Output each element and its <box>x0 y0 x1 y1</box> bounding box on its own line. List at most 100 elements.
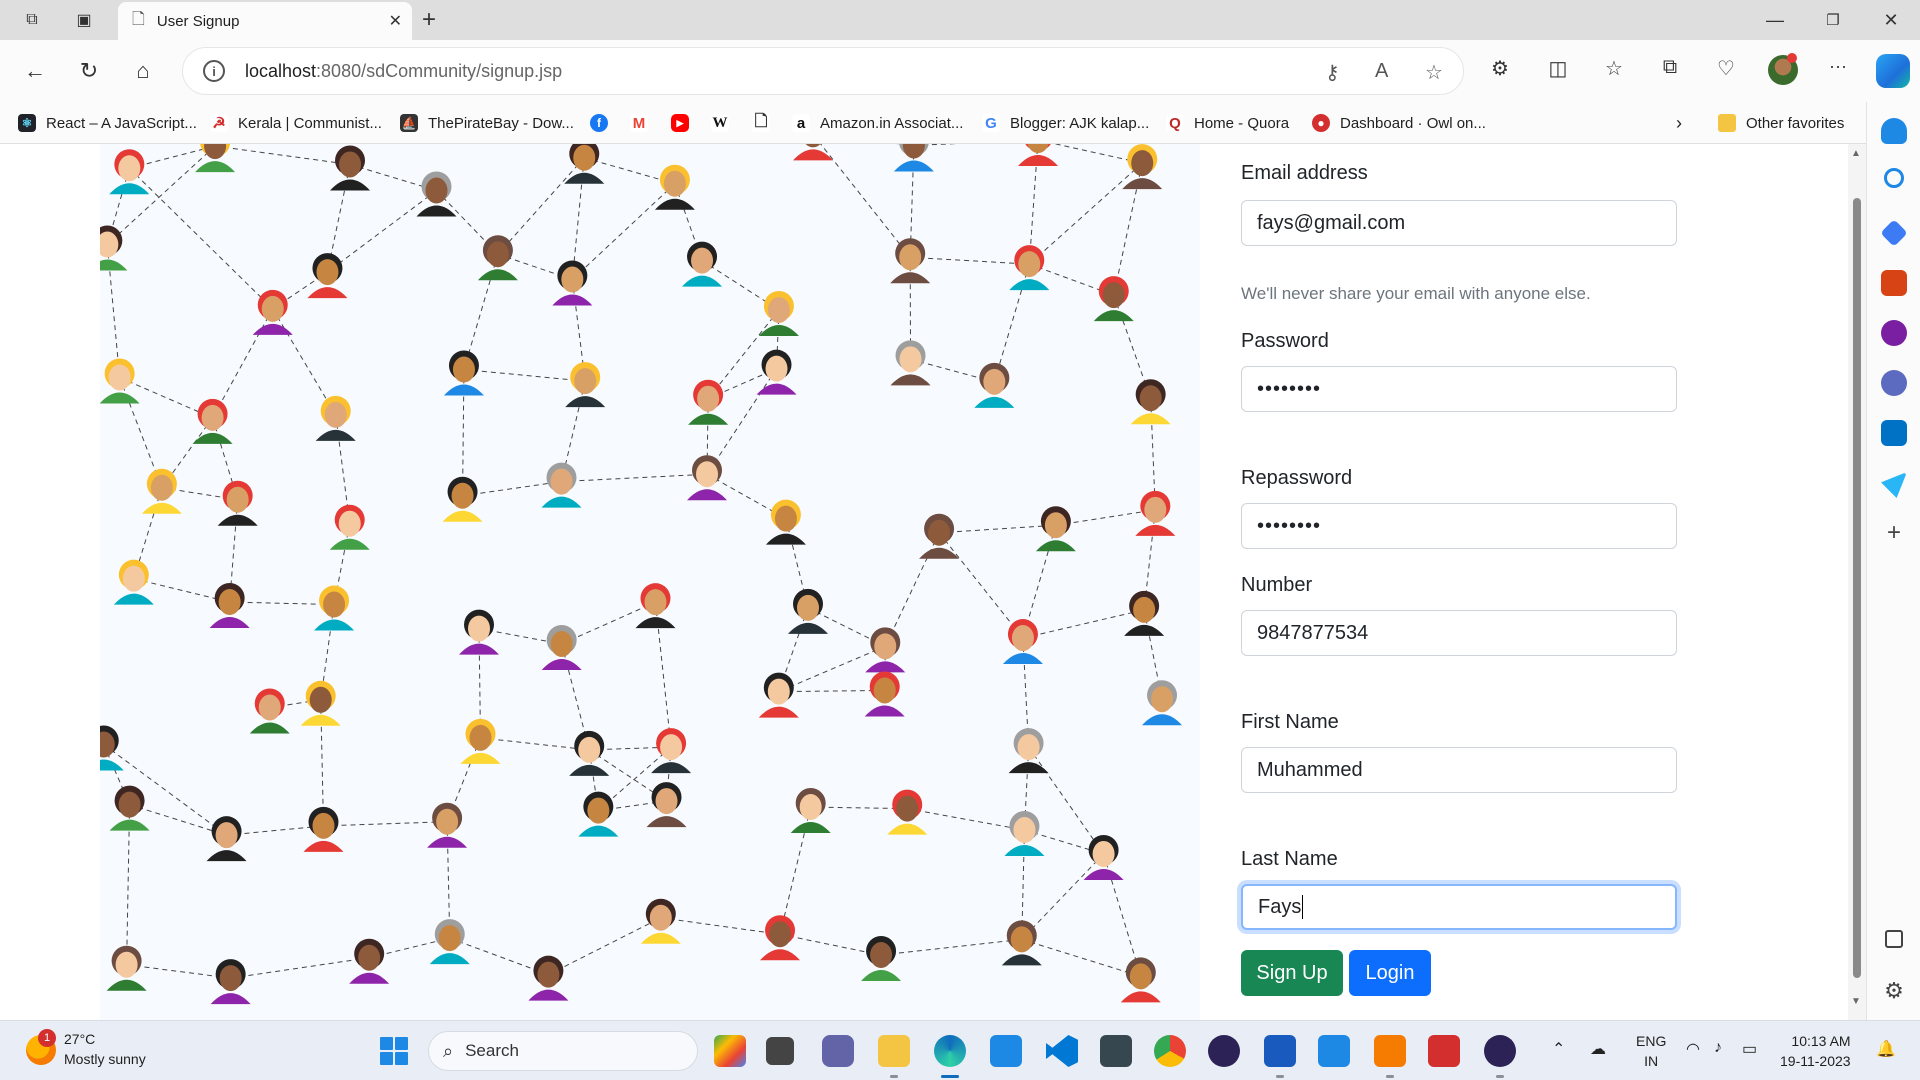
search-icon[interactable] <box>1884 168 1904 188</box>
refresh-button[interactable]: ↻ <box>72 54 106 88</box>
login-button[interactable]: Login <box>1349 950 1431 996</box>
person-avatar-icon <box>217 480 258 526</box>
network-link <box>896 144 914 146</box>
input-language[interactable]: ENG IN <box>1636 1031 1666 1071</box>
weather-description[interactable]: Mostly sunny <box>64 1051 146 1067</box>
microsoft-store-icon[interactable] <box>990 1035 1022 1067</box>
fav-gmail[interactable]: M <box>630 112 658 134</box>
minimize-button[interactable]: — <box>1750 6 1800 34</box>
number-input[interactable]: 9847877534 <box>1241 610 1677 656</box>
outlook-icon[interactable] <box>1881 420 1907 446</box>
games-icon[interactable] <box>1881 320 1907 346</box>
person-avatar-icon <box>919 513 960 559</box>
notepad-icon[interactable] <box>1318 1035 1350 1067</box>
new-tab-button[interactable]: + <box>422 6 436 34</box>
edge-browser-icon[interactable] <box>934 1035 966 1067</box>
browser-essentials-icon[interactable]: ♡ <box>1712 56 1740 81</box>
fav-document[interactable]: 🗋 <box>752 112 780 134</box>
scroll-thumb[interactable] <box>1853 198 1861 978</box>
chrome-icon[interactable] <box>1154 1035 1186 1067</box>
back-button[interactable]: ← <box>18 54 52 88</box>
restore-button[interactable]: ❐ <box>1808 6 1858 34</box>
scroll-up-arrow-icon[interactable]: ▲ <box>1851 148 1861 159</box>
person-avatar-icon <box>756 349 797 395</box>
tab-user-signup[interactable]: 🗋 User Signup ✕ <box>118 2 412 40</box>
notification-bell-icon[interactable]: 🔔 <box>1876 1039 1896 1059</box>
site-info-icon[interactable]: i <box>203 60 225 82</box>
weather-temperature[interactable]: 27°C <box>64 1031 95 1047</box>
xampp-icon[interactable] <box>1374 1035 1406 1067</box>
fav-dashboard[interactable]: ● Dashboard · Owl on... <box>1312 112 1486 134</box>
copilot-icon[interactable] <box>1876 54 1910 88</box>
fav-piratebay[interactable]: ⛵ ThePirateBay - Dow... <box>400 112 574 134</box>
battery-icon[interactable]: ▭ <box>1742 1039 1757 1059</box>
read-aloud-icon[interactable]: A <box>1375 60 1388 83</box>
show-hidden-icons-chevron-icon[interactable]: ⌃ <box>1552 1039 1565 1059</box>
more-favorites-chevron-icon[interactable]: › <box>1676 112 1682 134</box>
wifi-icon[interactable]: ◠ <box>1686 1039 1700 1059</box>
windows-start-icon[interactable] <box>380 1037 408 1065</box>
microsoft365-icon[interactable] <box>1881 370 1907 396</box>
network-link <box>327 190 437 273</box>
person-avatar-icon <box>1035 506 1076 552</box>
onedrive-icon[interactable]: ☁ <box>1590 1039 1606 1059</box>
favorites-icon[interactable]: ☆ <box>1600 56 1628 81</box>
volume-icon[interactable]: ♪ <box>1714 1039 1722 1057</box>
notifications-bell-icon[interactable] <box>1881 118 1907 144</box>
shopping-tag-icon[interactable] <box>1880 219 1908 247</box>
person-avatar-icon <box>329 504 370 550</box>
repassword-input[interactable]: •••••••• <box>1241 503 1677 549</box>
teams-chat-icon[interactable] <box>822 1035 854 1067</box>
lastname-value: Fays <box>1258 895 1302 918</box>
key-icon[interactable]: ⚷ <box>1325 60 1340 85</box>
extensions-icon[interactable]: ⚙ <box>1486 56 1514 81</box>
firstname-input[interactable]: Muhammed <box>1241 747 1677 793</box>
word-icon[interactable] <box>1264 1035 1296 1067</box>
vscode-icon[interactable] <box>1046 1035 1078 1067</box>
password-input[interactable]: •••••••• <box>1241 366 1677 412</box>
favorite-star-icon[interactable]: ☆ <box>1425 60 1443 85</box>
copilot-preview-app-icon[interactable] <box>714 1035 746 1067</box>
fav-kerala[interactable]: ☭ Kerala | Communist... <box>210 112 382 134</box>
address-bar[interactable]: i localhost:8080/sdCommunity/signup.jsp … <box>182 47 1464 95</box>
split-screen-icon[interactable]: ◫ <box>1544 56 1572 81</box>
snipping-tool-icon[interactable] <box>1100 1035 1132 1067</box>
firstname-label: First Name <box>1241 711 1339 733</box>
more-options-icon[interactable]: ··· <box>1824 56 1852 77</box>
other-favorites-folder[interactable]: Other favorites <box>1718 112 1844 134</box>
close-tab-icon[interactable]: ✕ <box>389 11 402 31</box>
scroll-down-arrow-icon[interactable]: ▼ <box>1851 996 1861 1007</box>
settings-gear-icon[interactable]: ⚙ <box>1881 978 1907 1004</box>
person-avatar-icon <box>974 362 1015 408</box>
workspaces-icon[interactable]: ⧉ <box>18 8 46 32</box>
folder-icon <box>1718 114 1736 132</box>
signup-button[interactable]: Sign Up <box>1241 950 1343 996</box>
lastname-input[interactable]: Fays <box>1241 884 1677 930</box>
page-scrollbar[interactable]: ▲ ▼ <box>1848 144 1866 1020</box>
eclipse-icon[interactable] <box>1208 1035 1240 1067</box>
person-avatar-icon <box>687 455 728 501</box>
collections-icon[interactable]: ⧉ <box>1656 56 1684 79</box>
file-explorer-icon[interactable] <box>878 1035 910 1067</box>
acrobat-icon[interactable] <box>1428 1035 1460 1067</box>
fav-wikipedia[interactable]: W <box>711 112 739 134</box>
close-window-button[interactable]: ✕ <box>1866 6 1916 34</box>
tab-actions-icon[interactable]: ▣ <box>70 8 98 32</box>
taskbar-search[interactable]: ⌕ Search <box>428 1031 698 1071</box>
tools-briefcase-icon[interactable] <box>1881 270 1907 296</box>
task-view-icon[interactable] <box>766 1037 794 1065</box>
fav-blogger[interactable]: G Blogger: AJK kalap... <box>982 112 1149 134</box>
fav-facebook[interactable]: f <box>590 112 618 134</box>
fav-youtube[interactable]: ▶ <box>671 112 699 134</box>
eclipse-ide-icon[interactable] <box>1484 1035 1516 1067</box>
fav-label: Home - Quora <box>1194 114 1290 132</box>
add-sidebar-icon[interactable]: + <box>1881 520 1907 546</box>
home-button[interactable]: ⌂ <box>126 54 160 88</box>
send-icon[interactable] <box>1881 472 1907 498</box>
fav-amazon[interactable]: a Amazon.in Associat... <box>792 112 963 134</box>
sidebar-toggle-icon[interactable] <box>1885 930 1903 948</box>
fav-quora[interactable]: Q Home - Quora <box>1166 112 1289 134</box>
clock[interactable]: 10:13 AM 19-11-2023 <box>1780 1031 1851 1071</box>
email-input[interactable]: fays@gmail.com <box>1241 200 1677 246</box>
fav-react[interactable]: ⚛ React – A JavaScript... <box>18 112 197 134</box>
